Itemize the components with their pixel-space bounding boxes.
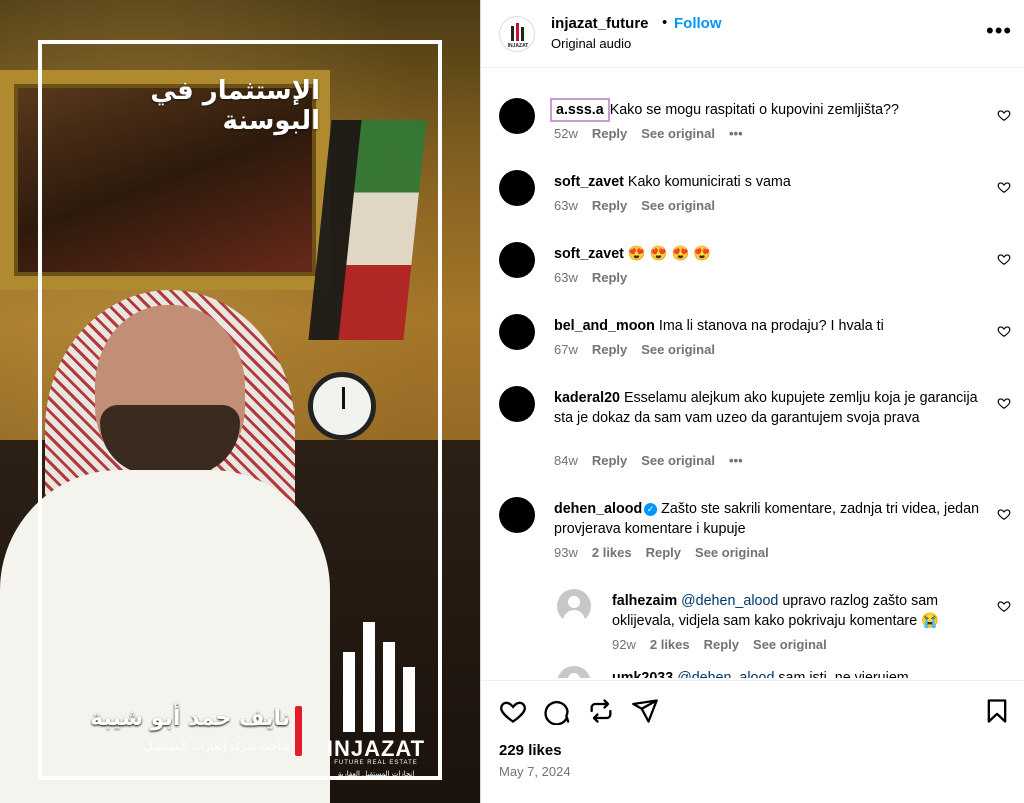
comment-body: bel_and_moon Ima li stanova na prodaju? … — [554, 316, 984, 336]
account-avatar[interactable]: INJAZAT — [499, 16, 535, 52]
comment-username[interactable]: kaderal20 — [554, 390, 620, 406]
save-bookmark-icon[interactable] — [983, 697, 1011, 725]
comment-age: 52w — [554, 126, 578, 141]
injazat-avatar-icon: INJAZAT — [508, 23, 529, 49]
audio-label[interactable]: Original audio — [551, 36, 631, 51]
account-name[interactable]: injazat_future — [551, 15, 649, 32]
reel-video[interactable]: الإستثمار في البوسنة نايف حمد أبو شيبة ص… — [0, 0, 480, 803]
verified-badge-icon: ✓ — [644, 503, 658, 516]
avatar[interactable] — [499, 242, 535, 278]
comment-meta: 93w 2 likes Reply See original — [554, 545, 783, 560]
comment-age: 92w — [612, 637, 636, 652]
comment-text: 😍 😍 😍 😍 — [627, 246, 712, 262]
speaker-title: صاحب شركة إنجازات المستقبل — [144, 740, 290, 753]
comment-bubble-icon[interactable] — [543, 697, 571, 725]
comment-text: sam isti, ne vjerujem — [778, 670, 909, 678]
speaker-name: نايف حمد أبو شيبة — [90, 706, 290, 731]
comment-body: soft_zavet 😍 😍 😍 😍 — [554, 244, 984, 264]
default-avatar-icon[interactable] — [557, 589, 591, 623]
comment-username[interactable]: soft_zavet — [554, 246, 624, 262]
reply-button[interactable]: Reply — [592, 453, 627, 468]
logo-wordmark: INJAZAT — [326, 736, 426, 761]
comment-age: 63w — [554, 270, 578, 285]
default-avatar-icon[interactable] — [557, 666, 591, 678]
see-original-button[interactable]: See original — [641, 453, 715, 468]
comment-meta: 92w 2 likes Reply See original — [612, 637, 841, 652]
see-original-button[interactable]: See original — [641, 342, 715, 357]
comment-more-button[interactable]: ••• — [729, 126, 743, 141]
comment-meta: 84w Reply See original ••• — [554, 453, 757, 468]
comment-username[interactable]: bel_and_moon — [554, 318, 655, 334]
comment-text: Kako komunicirati s vama — [627, 174, 791, 190]
follow-button[interactable]: Follow — [674, 15, 722, 32]
reply-button[interactable]: Reply — [592, 126, 627, 141]
comment-age: 84w — [554, 453, 578, 468]
avatar[interactable] — [499, 497, 535, 533]
post-actions-bar: 229 likes May 7, 2024 — [481, 680, 1024, 803]
injazat-logo-icon — [343, 622, 415, 732]
reply-button[interactable]: Reply — [592, 342, 627, 357]
name-accent-bar — [295, 706, 302, 756]
see-original-button[interactable]: See original — [641, 198, 715, 213]
like-heart-icon[interactable] — [997, 507, 1011, 521]
comment-body: kaderal20 Esselamu alejkum ako kupujete … — [554, 388, 984, 428]
like-heart-icon[interactable] — [997, 180, 1011, 194]
comment-meta: 52w Reply See original ••• — [554, 126, 757, 141]
logo-arabic: إنجازات المستقبل العقارية — [337, 770, 415, 778]
comment-username[interactable]: umk2033 — [612, 670, 673, 678]
comment-body: a.sss.a Kako se mogu raspitati o kupovin… — [550, 98, 984, 122]
likes-count[interactable]: 2 likes — [650, 637, 690, 652]
see-original-button[interactable]: See original — [753, 637, 827, 652]
comment-username[interactable]: falhezaim — [612, 593, 677, 609]
comments-panel: INJAZAT injazat_future • Follow Original… — [480, 0, 1024, 803]
like-heart-icon[interactable] — [997, 324, 1011, 338]
like-heart-icon[interactable] — [997, 108, 1011, 122]
comment-body: soft_zavet Kako komunicirati s vama — [554, 172, 984, 192]
like-heart-icon[interactable] — [997, 676, 1011, 678]
comment-meta: 67w Reply See original — [554, 342, 729, 357]
more-options-button[interactable]: ••• — [986, 18, 1012, 44]
comment-age: 63w — [554, 198, 578, 213]
comment-more-button[interactable]: ••• — [729, 453, 743, 468]
post-date: May 7, 2024 — [499, 764, 571, 779]
avatar[interactable] — [499, 170, 535, 206]
likes-count[interactable]: 229 likes — [499, 742, 562, 759]
like-heart-icon[interactable] — [997, 396, 1011, 410]
avatar-text: INJAZAT — [508, 43, 529, 49]
comment-username[interactable]: dehen_alood — [554, 501, 642, 517]
avatar[interactable] — [499, 314, 535, 350]
comment-age: 93w — [554, 545, 578, 560]
repost-icon[interactable] — [587, 697, 615, 725]
reply-button[interactable]: Reply — [704, 637, 739, 652]
comment-username[interactable]: a.sss.a — [550, 98, 610, 122]
logo-tagline: FUTURE REAL ESTATE — [334, 760, 418, 766]
video-title: الإستثمار في البوسنة — [150, 76, 320, 136]
avatar[interactable] — [499, 98, 535, 134]
see-original-button[interactable]: See original — [695, 545, 769, 560]
comment-body: falhezaim @dehen_alood upravo razlog zaš… — [612, 591, 992, 631]
comment-age: 67w — [554, 342, 578, 357]
reply-button[interactable]: Reply — [592, 270, 627, 285]
see-original-button[interactable]: See original — [641, 126, 715, 141]
comment-list[interactable]: a.sss.a Kako se mogu raspitati o kupovin… — [481, 68, 1024, 678]
reply-button[interactable]: Reply — [592, 198, 627, 213]
mention-link[interactable]: @dehen_alood — [681, 593, 778, 609]
comment-meta: 63w Reply See original — [554, 198, 729, 213]
mention-link[interactable]: @dehen_alood — [677, 670, 774, 678]
like-heart-icon[interactable] — [997, 599, 1011, 613]
reply-button[interactable]: Reply — [646, 545, 681, 560]
post-header: INJAZAT injazat_future • Follow Original… — [481, 0, 1024, 68]
likes-count[interactable]: 2 likes — [592, 545, 632, 560]
separator-dot: • — [662, 14, 668, 31]
comment-body: umk2033 @dehen_alood sam isti, ne vjeruj… — [612, 668, 992, 678]
comment-text: Kako se mogu raspitati o kupovini zemlji… — [609, 102, 899, 118]
comment-body: dehen_alood ✓ Zašto ste sakrili komentare… — [554, 499, 984, 539]
like-heart-icon[interactable] — [499, 697, 527, 725]
comment-username[interactable]: soft_zavet — [554, 174, 624, 190]
like-heart-icon[interactable] — [997, 252, 1011, 266]
share-send-icon[interactable] — [631, 697, 659, 725]
avatar[interactable] — [499, 386, 535, 422]
comment-meta: 63w Reply — [554, 270, 641, 285]
comment-text: Ima li stanova na prodaju? I hvala ti — [658, 318, 884, 334]
